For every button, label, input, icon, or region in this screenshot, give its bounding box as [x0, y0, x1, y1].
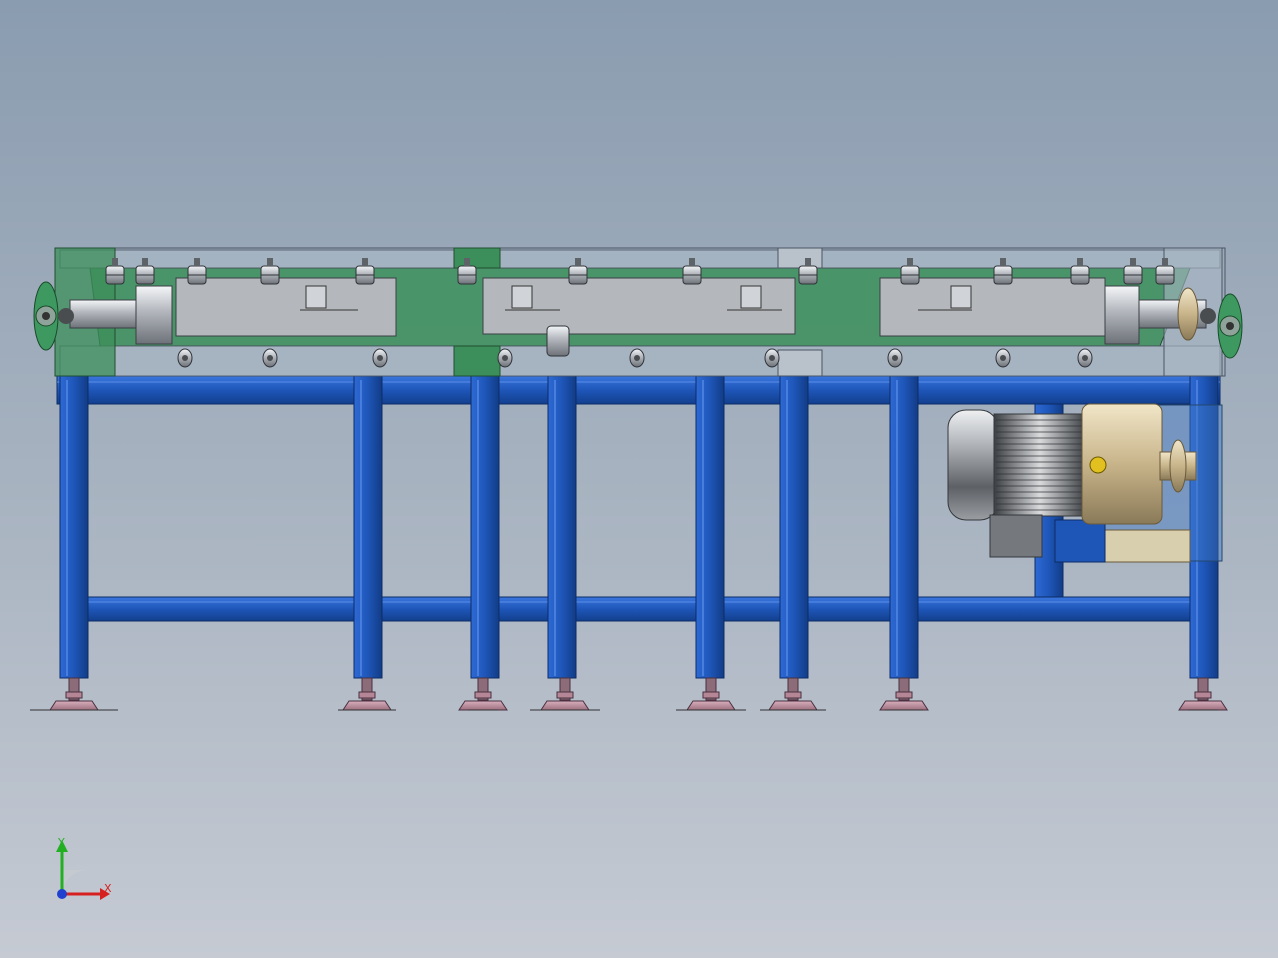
return-roller[interactable]	[995, 348, 1011, 368]
return-roller[interactable]	[497, 348, 513, 368]
return-roller[interactable]	[372, 348, 388, 368]
view-orientation-triad[interactable]: Y X	[40, 832, 130, 912]
leveling-foot[interactable]	[760, 677, 826, 711]
stand-leg[interactable]	[470, 375, 500, 679]
return-roller[interactable]	[629, 348, 645, 368]
return-roller[interactable]	[764, 348, 780, 368]
drive-motor[interactable]	[947, 403, 1223, 563]
stand-leg[interactable]	[353, 375, 383, 679]
graphics-viewport[interactable]: Y X	[0, 0, 1278, 958]
leveling-feet[interactable]	[30, 677, 1228, 711]
leveling-foot[interactable]	[458, 677, 508, 711]
stand-leg[interactable]	[779, 375, 809, 679]
y-axis-label: Y	[58, 836, 65, 849]
return-roller[interactable]	[1077, 348, 1093, 368]
conveyor-assembly-model[interactable]	[0, 0, 1278, 958]
stand-leg[interactable]	[547, 375, 577, 679]
leveling-foot[interactable]	[530, 677, 600, 711]
leveling-foot[interactable]	[30, 677, 118, 711]
leveling-foot[interactable]	[338, 677, 396, 711]
return-roller[interactable]	[887, 348, 903, 368]
tension-roller[interactable]	[546, 325, 570, 357]
leveling-foot[interactable]	[1178, 677, 1228, 711]
z-axis-origin	[57, 889, 67, 899]
leveling-foot[interactable]	[676, 677, 746, 711]
x-axis-label: X	[104, 882, 112, 895]
leveling-foot[interactable]	[879, 677, 929, 711]
return-roller[interactable]	[262, 348, 278, 368]
stand-leg[interactable]	[59, 375, 89, 679]
return-roller[interactable]	[177, 348, 193, 368]
stand-leg[interactable]	[889, 375, 919, 679]
stand-leg[interactable]	[695, 375, 725, 679]
